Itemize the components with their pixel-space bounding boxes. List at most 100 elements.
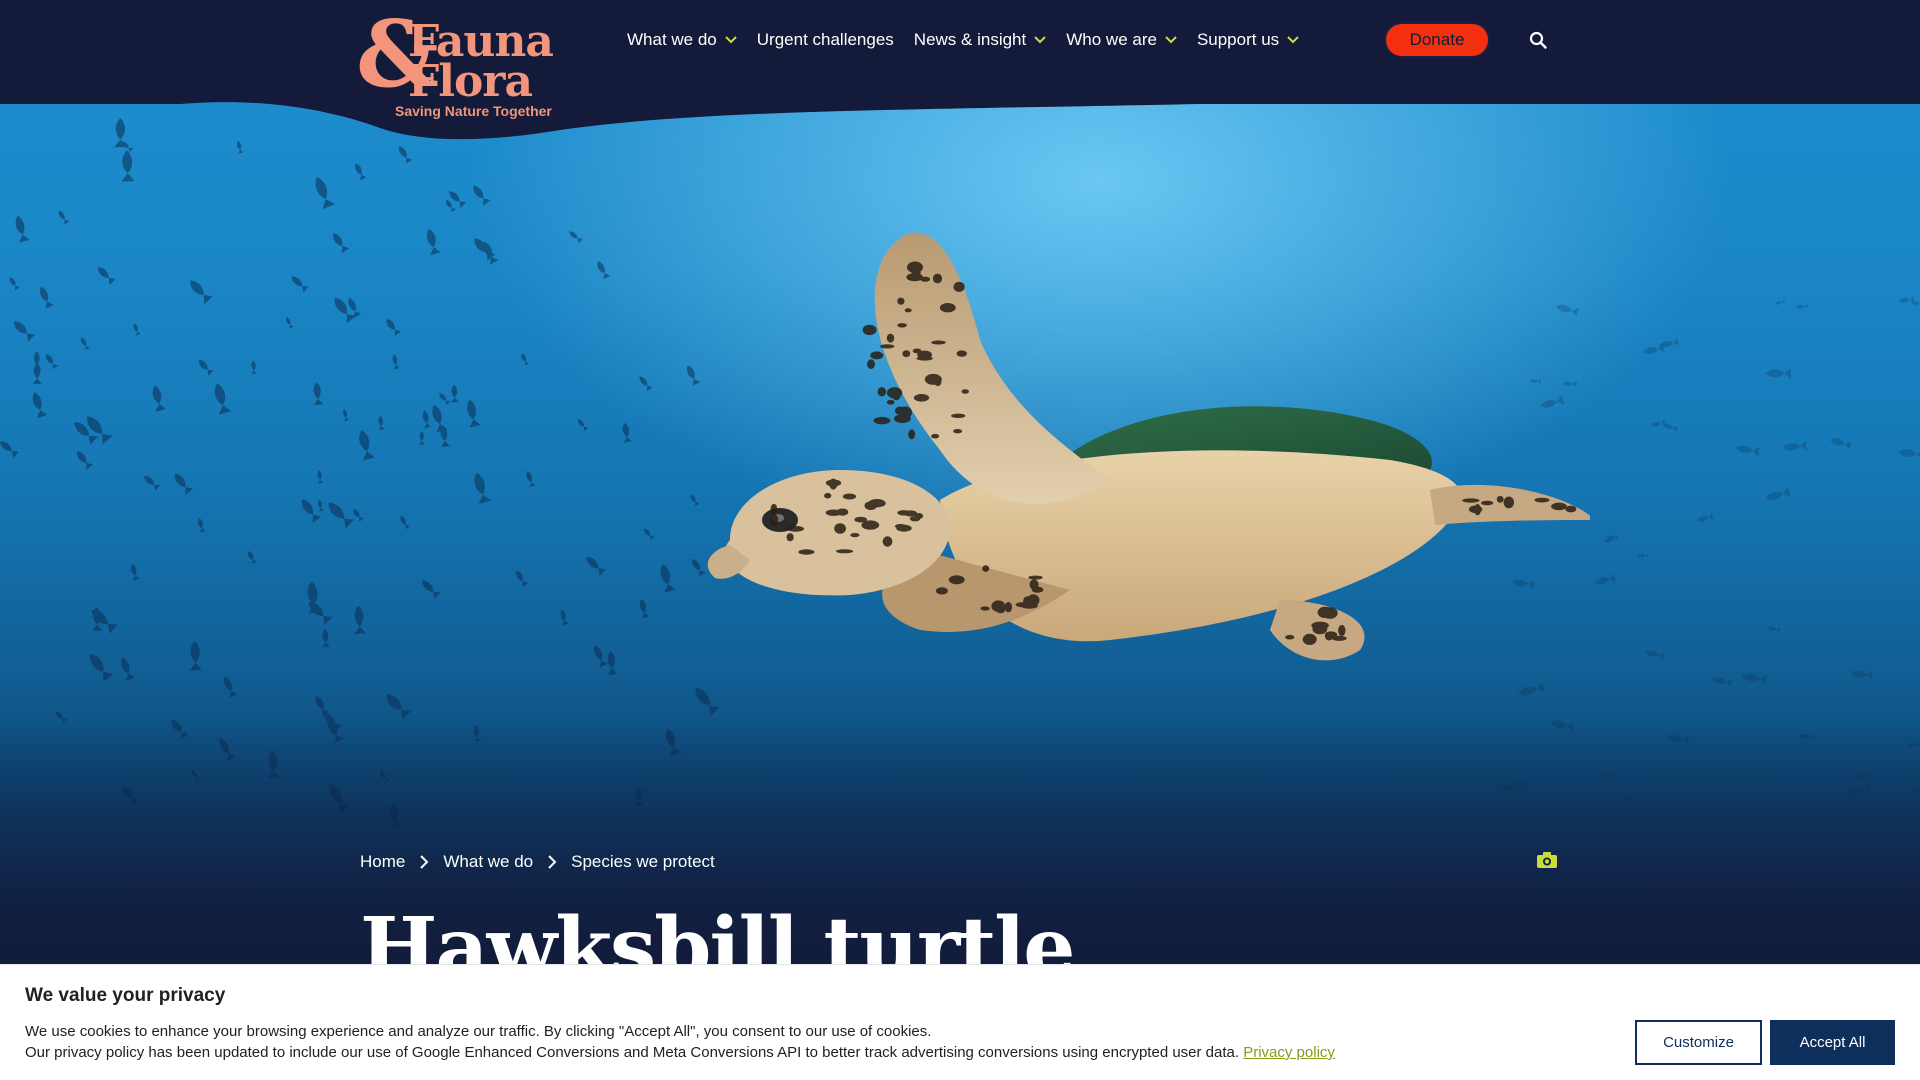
nav-item-support-us[interactable]: Support us (1197, 30, 1299, 50)
turtle-scute (913, 394, 930, 402)
fish-silhouette (560, 609, 569, 626)
fish-silhouette (639, 376, 653, 392)
camera-icon[interactable] (1536, 851, 1558, 869)
turtle-scute (897, 297, 905, 305)
turtle-scute (836, 549, 854, 554)
breadcrumb-what-we-do[interactable]: What we do (443, 852, 533, 872)
turtle-scute (1565, 505, 1577, 513)
breadcrumb: Home What we do Species we protect (360, 852, 715, 872)
site-logo[interactable]: & Fauna Flora Saving Nature Together (356, 8, 556, 126)
turtle-scute (873, 416, 891, 425)
turtle-scute (907, 261, 923, 274)
fish-silhouette (198, 359, 214, 376)
fish-silhouette (1795, 303, 1808, 309)
turtle-scute (882, 536, 893, 547)
fish-silhouette (639, 599, 650, 619)
nav-item-what-we-do[interactable]: What we do (627, 30, 737, 50)
fish-silhouette (291, 276, 309, 293)
fish-silhouette (451, 384, 459, 403)
turtle-scute (892, 390, 901, 401)
turtle-scute (980, 606, 990, 611)
turtle-scute (894, 524, 907, 529)
search-icon[interactable] (1529, 31, 1547, 49)
accept-all-button[interactable]: Accept All (1770, 1020, 1895, 1065)
fish-silhouette (131, 563, 140, 581)
fish-silhouette (224, 676, 238, 698)
fish-silhouette (1697, 513, 1714, 522)
cookie-banner-policy-text: Our privacy policy has been updated to i… (25, 1044, 1335, 1061)
fish-silhouette (1606, 534, 1618, 540)
fish-silhouette (1645, 650, 1665, 661)
turtle-scute (886, 333, 895, 343)
fish-silhouette (343, 409, 349, 422)
fish-silhouette (13, 321, 36, 342)
turtle-scute (1028, 575, 1043, 580)
chevron-right-icon (548, 855, 557, 869)
turtle-scute (939, 303, 956, 313)
fish-silhouette (89, 653, 114, 682)
nav-item-urgent-challenges[interactable]: Urgent challenges (757, 30, 894, 50)
fish-silhouette (378, 415, 385, 430)
turtle-scute (1285, 634, 1295, 640)
fish-silhouette (77, 451, 94, 470)
fish-silhouette (174, 473, 194, 495)
chevron-right-icon (420, 855, 429, 869)
fish-silhouette (1642, 343, 1665, 355)
turtle-scute (1331, 635, 1347, 641)
fish-silhouette (214, 383, 232, 415)
turtle-scute (877, 387, 886, 397)
fish-silhouette (418, 431, 425, 445)
turtle-scute (862, 324, 877, 336)
fish-silhouette (1712, 677, 1732, 688)
fish-silhouette (144, 475, 161, 491)
fish-silhouette (1898, 449, 1920, 460)
fish-silhouette (386, 319, 402, 337)
fish-silhouette (1774, 299, 1785, 305)
turtle-scute (932, 273, 943, 284)
turtle-scute (824, 492, 832, 499)
turtle-scute (1468, 505, 1483, 514)
nav-item-who-we-are[interactable]: Who we are (1066, 30, 1177, 50)
fish-silhouette (1783, 440, 1807, 451)
fish-silhouette (473, 185, 491, 206)
fish-silhouette (333, 233, 350, 254)
fish-silhouette (45, 354, 59, 370)
turtle-scute (956, 350, 967, 357)
fish-silhouette (1637, 553, 1649, 559)
fish-silhouette (643, 528, 655, 541)
turtle-scute (914, 513, 924, 519)
fish-silhouette (467, 399, 481, 428)
turtle-scute (948, 575, 965, 585)
turtle-scute (991, 600, 1006, 612)
turtle-scute (894, 406, 905, 415)
chevron-down-icon (1034, 36, 1046, 44)
donate-button[interactable]: Donate (1384, 22, 1490, 58)
turtle-scute (904, 308, 912, 313)
fish-silhouette (315, 695, 330, 717)
turtle-scute (1029, 579, 1039, 590)
fish-silhouette (328, 502, 355, 529)
turtle-scute (908, 429, 916, 440)
breadcrumb-home[interactable]: Home (360, 852, 405, 872)
fish-silhouette (1830, 438, 1852, 450)
fish-silhouette (1651, 419, 1666, 427)
turtle-scute (982, 565, 990, 572)
fish-silhouette (386, 694, 412, 720)
turtle-scute (1496, 495, 1504, 503)
turtle-scute (867, 359, 875, 369)
turtle-scute (1534, 497, 1550, 503)
customize-button[interactable]: Customize (1635, 1020, 1762, 1065)
fish-silhouette (190, 280, 213, 305)
fish-silhouette (1735, 445, 1760, 457)
fish-silhouette (399, 146, 413, 164)
fish-silhouette (400, 515, 411, 530)
breadcrumb-species-we-protect[interactable]: Species we protect (571, 852, 715, 872)
site-header: & Fauna Flora Saving Nature Together Wha… (0, 0, 1920, 145)
turtle-scute (953, 429, 963, 434)
turtle-scute (831, 480, 838, 489)
nav-item-news-insight[interactable]: News & insight (914, 30, 1046, 50)
privacy-policy-link[interactable]: Privacy policy (1243, 1044, 1335, 1061)
fish-silhouette (359, 430, 375, 461)
turtle-scute (1311, 621, 1329, 630)
turtle-scute (834, 523, 846, 534)
